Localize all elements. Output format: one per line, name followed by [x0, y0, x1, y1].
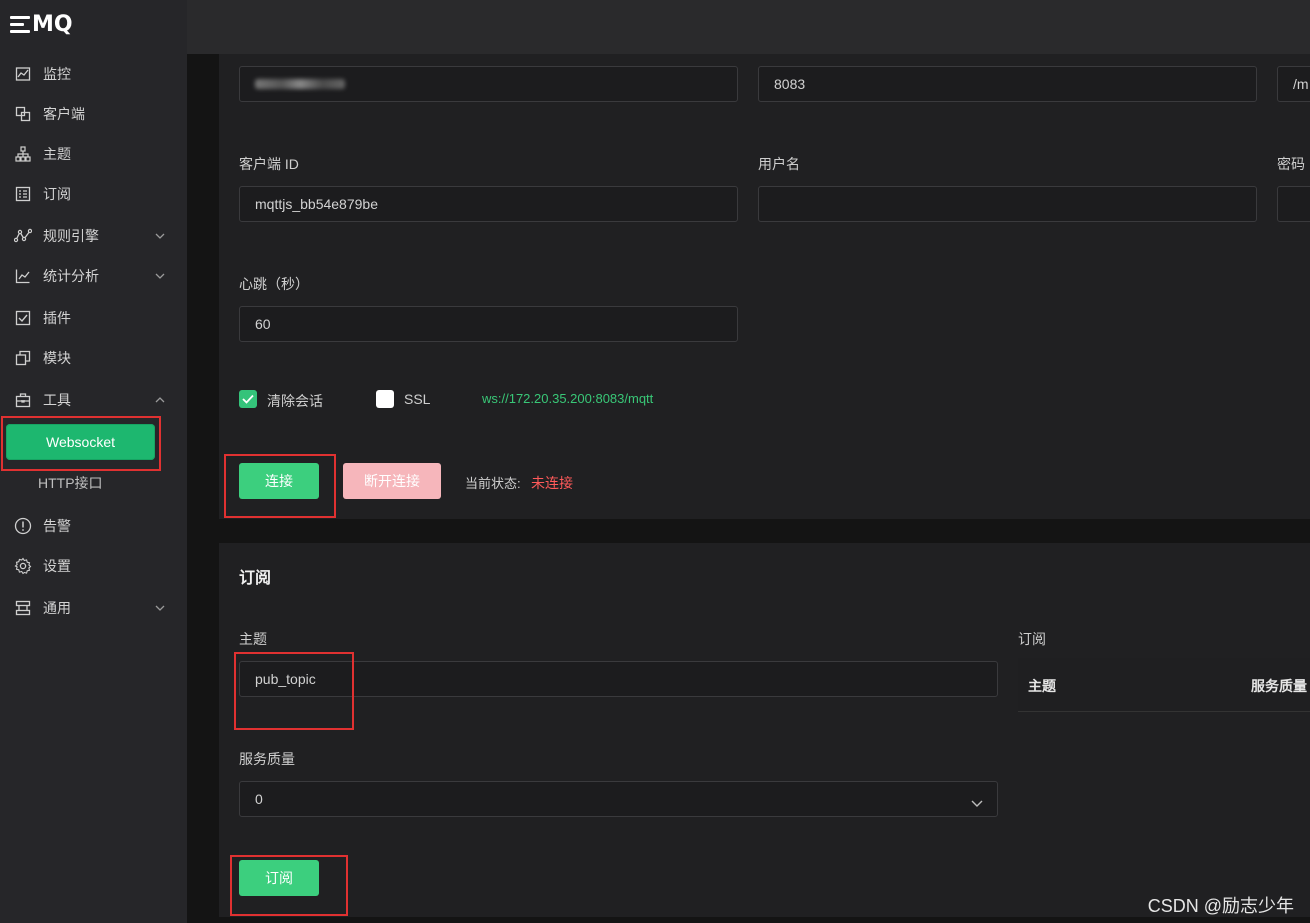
sidebar-item-tools[interactable]: 工具 [0, 385, 187, 415]
stats-chart-icon [14, 267, 32, 285]
sidebar-item-label: 主题 [43, 146, 71, 162]
plugin-check-icon [14, 309, 32, 327]
sidebar-item-label: 客户端 [43, 106, 85, 122]
port-input[interactable]: 8083 [758, 66, 1257, 102]
path-input[interactable]: /m [1277, 66, 1310, 102]
chevron-down-icon [971, 795, 983, 811]
subscribe-section-title: 订阅 [239, 570, 272, 587]
rule-engine-icon [14, 227, 32, 245]
sidebar-item-label: 插件 [43, 310, 71, 326]
status-value: 未连接 [531, 475, 573, 491]
check-icon [242, 394, 254, 404]
keepalive-label: 心跳（秒） [239, 276, 309, 292]
toolbox-icon [14, 391, 32, 409]
chevron-down-icon [154, 270, 166, 282]
gear-icon [14, 557, 32, 575]
username-input[interactable] [758, 186, 1257, 222]
sidebar-item-general[interactable]: 通用 [0, 593, 187, 623]
sidebar-item-plugins[interactable]: 插件 [0, 303, 187, 333]
sidebar-item-label: 工具 [43, 392, 71, 408]
chevron-up-icon [154, 394, 166, 406]
topic-input[interactable]: pub_topic [239, 661, 998, 697]
chevron-down-icon [154, 602, 166, 614]
sidebar-item-label: 告警 [43, 518, 71, 534]
logo-text: MQ [32, 11, 73, 37]
username-label: 用户名 [758, 156, 800, 172]
modules-copy-icon [14, 349, 32, 367]
sidebar-item-stats[interactable]: 统计分析 [0, 261, 187, 291]
qos-select[interactable]: 0 [239, 781, 998, 817]
top-header-bar [187, 0, 1310, 54]
connect-button[interactable]: 连接 [239, 463, 319, 499]
keepalive-input[interactable]: 60 [239, 306, 738, 342]
sidebar-item-alarms[interactable]: 告警 [0, 511, 187, 541]
sidebar-item-label: 通用 [43, 600, 71, 616]
watermark-text: CSDN @励志少年 [1147, 896, 1294, 916]
password-input[interactable] [1277, 186, 1310, 222]
client-id-input[interactable]: mqttjs_bb54e879be [239, 186, 738, 222]
redacted-host-value [255, 79, 345, 89]
table-header-qos: 服务质量 [1251, 678, 1307, 694]
sidebar-item-label: 统计分析 [43, 268, 99, 284]
sidebar-item-label: 订阅 [43, 186, 71, 202]
topics-tree-icon [14, 145, 32, 163]
qos-label: 服务质量 [239, 751, 295, 767]
clean-session-label: 清除会话 [267, 393, 323, 409]
ssl-checkbox[interactable] [376, 390, 394, 408]
qos-select-value: 0 [255, 791, 263, 807]
table-header-topic: 主题 [1028, 678, 1056, 694]
sidebar-item-label: 规则引擎 [43, 228, 99, 244]
status-label: 当前状态: [465, 476, 521, 491]
disconnect-button[interactable]: 断开连接 [343, 463, 441, 499]
emq-logo[interactable]: MQ [10, 10, 73, 38]
subscribe-button[interactable]: 订阅 [239, 860, 319, 896]
sidebar-subitem-websocket[interactable]: Websocket [6, 424, 155, 460]
topic-label: 主题 [239, 631, 267, 647]
subscription-list-title: 订阅 [1018, 631, 1046, 647]
sidebar-item-label: 监控 [43, 66, 71, 82]
sidebar: MQ 监控 客户端 主题 订阅 规则引擎 统计分析 插件 模块 工具 Webso… [0, 0, 187, 923]
clients-icon [14, 105, 32, 123]
host-input[interactable] [239, 66, 738, 102]
general-icon [14, 599, 32, 617]
sidebar-item-clients[interactable]: 客户端 [0, 99, 187, 129]
chevron-down-icon [154, 230, 166, 242]
sidebar-item-subscriptions[interactable]: 订阅 [0, 179, 187, 209]
monitor-chart-icon [14, 65, 32, 83]
password-label: 密码 [1277, 156, 1305, 172]
clean-session-checkbox[interactable] [239, 390, 257, 408]
client-id-label: 客户端 ID [239, 156, 299, 172]
alarm-icon [14, 517, 32, 535]
sidebar-subitem-http[interactable]: HTTP接口 [38, 473, 103, 493]
subscriptions-list-icon [14, 185, 32, 203]
sidebar-item-topics[interactable]: 主题 [0, 139, 187, 169]
sidebar-item-rule-engine[interactable]: 规则引擎 [0, 221, 187, 251]
connection-panel [219, 54, 1310, 519]
sidebar-item-monitor[interactable]: 监控 [0, 59, 187, 89]
ws-url-text: ws://172.20.35.200:8083/mqtt [482, 391, 654, 406]
sidebar-item-label: 模块 [43, 350, 71, 366]
logo-mark [10, 15, 30, 33]
subscribe-panel [219, 543, 1310, 917]
sidebar-item-settings[interactable]: 设置 [0, 551, 187, 581]
sidebar-item-modules[interactable]: 模块 [0, 343, 187, 373]
sidebar-item-label: 设置 [43, 558, 71, 574]
ssl-label: SSL [404, 391, 431, 407]
